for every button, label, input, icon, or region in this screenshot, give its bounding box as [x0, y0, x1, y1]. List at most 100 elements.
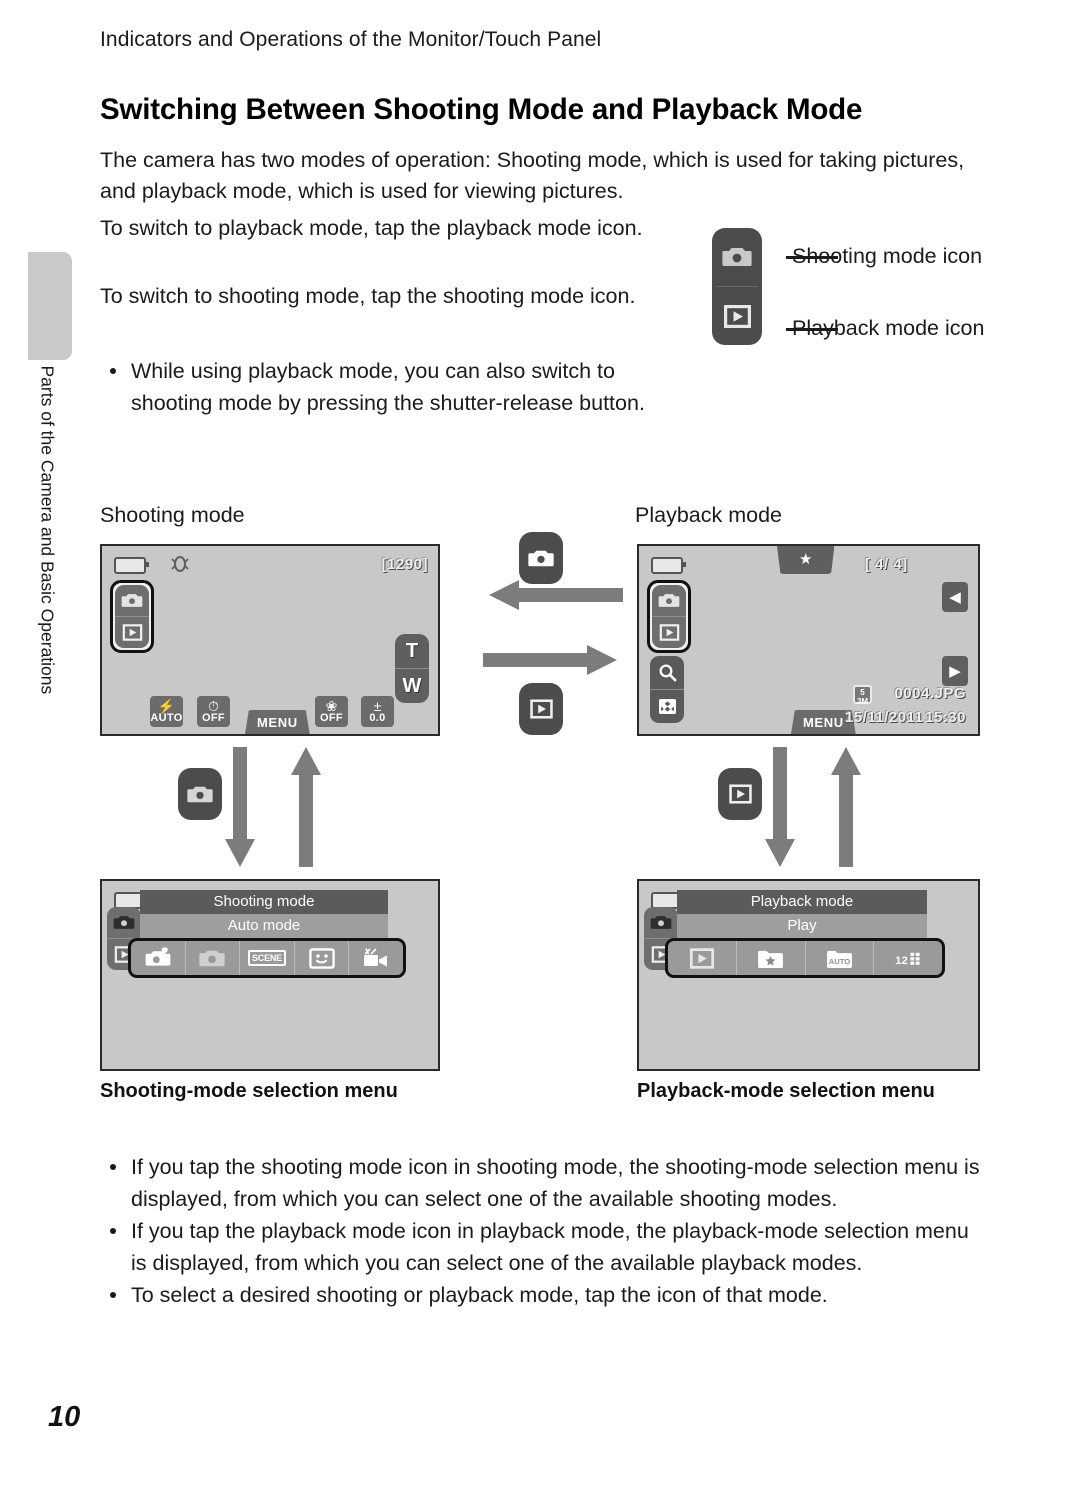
list-by-date-icon[interactable]: 12 [874, 941, 942, 975]
auto-mode-icon[interactable] [186, 941, 241, 975]
flash-icon: ⚡ [157, 698, 176, 714]
smart-portrait-mode-icon[interactable] [295, 941, 350, 975]
mode-switch-control[interactable] [712, 228, 762, 345]
switch-to-shooting-paragraph: To switch to shooting mode, tap the shoo… [100, 284, 636, 308]
arrow-to-playback [483, 645, 617, 675]
bullet-dot [110, 368, 116, 374]
playback-mode-icon-badge [718, 768, 762, 820]
next-image-button[interactable]: ▶ [942, 656, 968, 686]
previous-image-button[interactable]: ◀ [942, 582, 968, 612]
shooting-mode-icon[interactable] [644, 907, 678, 938]
shooting-mode-icon[interactable] [712, 228, 762, 286]
shooting-menu-title: Shooting mode [140, 890, 388, 914]
playback-menu-subtitle: Play [677, 914, 927, 938]
favorite-pictures-tab[interactable]: ★ [777, 546, 835, 574]
playback-mode-screen: ★ [ 4/ 4] ◀ ▶ 5 3M 0004.JPG MENU 15/11/2… [637, 544, 980, 736]
playback-mode-icon-badge [519, 683, 563, 735]
switch-to-playback-paragraph: To switch to playback mode, tap the play… [100, 216, 643, 240]
thumbnail-view-icon[interactable] [650, 690, 684, 723]
zoom-tele-button[interactable]: T [395, 634, 429, 668]
playback-mode-figure-label: Playback mode [635, 503, 782, 527]
flash-mode-value: AUTO [150, 712, 183, 724]
shooting-menu-caption: Shooting-mode selection menu [100, 1080, 398, 1102]
easy-auto-mode-icon[interactable] [131, 941, 186, 975]
menu-button[interactable]: MENU [245, 710, 310, 734]
screen-mode-switch[interactable] [110, 580, 154, 653]
flash-mode-button[interactable]: ⚡ AUTO [150, 696, 183, 727]
image-size-badge: 5 3M [853, 685, 872, 706]
list-by-date-label: 12 [895, 955, 908, 967]
shooting-mode-icon-badge [519, 532, 563, 584]
playback-mode-icon[interactable] [712, 287, 762, 345]
auto-sort-icon[interactable]: AUTO [806, 941, 875, 975]
shooting-mode-figure-label: Shooting mode [100, 503, 245, 527]
list-item-text: If you tap the playback mode icon in pla… [131, 1219, 969, 1275]
arrow-down-to-shooting-menu [225, 747, 255, 867]
capture-date: 15/11/2011 [845, 709, 924, 726]
shooting-mode-icon-label: Shooting mode icon [792, 244, 983, 268]
scene-mode-icon[interactable]: SCENE [240, 941, 295, 975]
playback-mode-icon-label: Playback mode icon [792, 316, 985, 340]
battery-level-icon [651, 557, 686, 574]
list-item: While using playback mode, you can also … [100, 356, 700, 419]
playback-tool-strip[interactable] [650, 656, 684, 723]
bullet-dot [110, 1292, 116, 1298]
list-item-text: If you tap the shooting mode icon in sho… [131, 1155, 980, 1211]
exposure-compensation-value: 0.0 [369, 712, 386, 724]
macro-flower-icon: ❀ [325, 698, 338, 714]
shooting-mode-selection-screen: Shooting mode Auto mode SCENE [100, 879, 440, 1071]
scene-label: SCENE [247, 950, 286, 966]
playback-menu-caption: Playback-mode selection menu [637, 1080, 935, 1102]
mode-switching-diagram: Shooting mode Playback mode [1290] T W ⚡… [0, 495, 1080, 1115]
zoom-control[interactable]: T W [395, 634, 429, 703]
shooting-mode-icon[interactable] [652, 585, 686, 616]
top-bullet-list: While using playback mode, you can also … [100, 356, 700, 419]
file-name: 0004.JPG [894, 685, 966, 702]
shooting-mode-icon[interactable] [107, 907, 141, 938]
list-item: If you tap the playback mode icon in pla… [100, 1216, 990, 1279]
timer-icon: ⏱ [208, 698, 219, 714]
macro-mode-value: OFF [320, 712, 343, 724]
list-item-text: To select a desired shooting or playback… [131, 1283, 828, 1307]
bullet-dot [110, 1164, 116, 1170]
shots-remaining-counter: [1290] [381, 556, 428, 573]
arrow-to-shooting [489, 580, 623, 610]
screen-mode-switch[interactable] [647, 580, 691, 653]
zoom-magnifier-icon[interactable] [650, 656, 684, 689]
running-head: Indicators and Operations of the Monitor… [100, 28, 602, 51]
mode-switch-callout [712, 228, 762, 345]
list-item: To select a desired shooting or playback… [100, 1280, 990, 1312]
playback-mode-icon[interactable] [652, 617, 686, 648]
battery-level-icon [114, 557, 149, 574]
movie-mode-icon[interactable] [349, 941, 403, 975]
self-timer-button[interactable]: ⏱ OFF [197, 696, 230, 727]
shooting-menu-subtitle: Auto mode [140, 914, 388, 938]
favorite-pictures-icon[interactable] [737, 941, 806, 975]
chapter-tab [28, 252, 72, 360]
capture-time: 15:30 [925, 709, 966, 726]
playback-mode-options-row[interactable]: AUTO 12 [665, 938, 945, 978]
playback-menu-title: Playback mode [677, 890, 927, 914]
shooting-mode-options-row[interactable]: SCENE [128, 938, 406, 978]
shooting-mode-icon-badge [178, 768, 222, 820]
list-item-text: While using playback mode, you can also … [131, 359, 645, 415]
intro-paragraph: The camera has two modes of operation: S… [100, 148, 965, 203]
bullet-dot [110, 1228, 116, 1234]
frame-counter: [ 4/ 4] [865, 556, 908, 573]
vibration-reduction-icon [171, 556, 189, 572]
zoom-wide-button[interactable]: W [395, 669, 429, 703]
auto-sort-label: AUTO [829, 957, 851, 966]
arrow-down-to-playback-menu [765, 747, 795, 867]
exposure-compensation-button[interactable]: ± 0.0 [361, 696, 394, 727]
play-mode-icon[interactable] [668, 941, 737, 975]
shooting-mode-icon[interactable] [115, 585, 149, 616]
page-number: 10 [48, 1401, 81, 1433]
exposure-comp-icon: ± [373, 698, 382, 714]
playback-mode-icon[interactable] [115, 617, 149, 648]
arrow-up-from-playback-menu [831, 747, 861, 867]
arrow-up-from-shooting-menu [291, 747, 321, 867]
playback-mode-selection-screen: Playback mode Play AUTO 12 [637, 879, 980, 1071]
macro-mode-button[interactable]: ❀ OFF [315, 696, 348, 727]
shooting-mode-screen: [1290] T W ⚡ AUTO ⏱ OFF MENU ❀ OFF ± 0.0 [100, 544, 440, 736]
list-item: If you tap the shooting mode icon in sho… [100, 1152, 990, 1215]
